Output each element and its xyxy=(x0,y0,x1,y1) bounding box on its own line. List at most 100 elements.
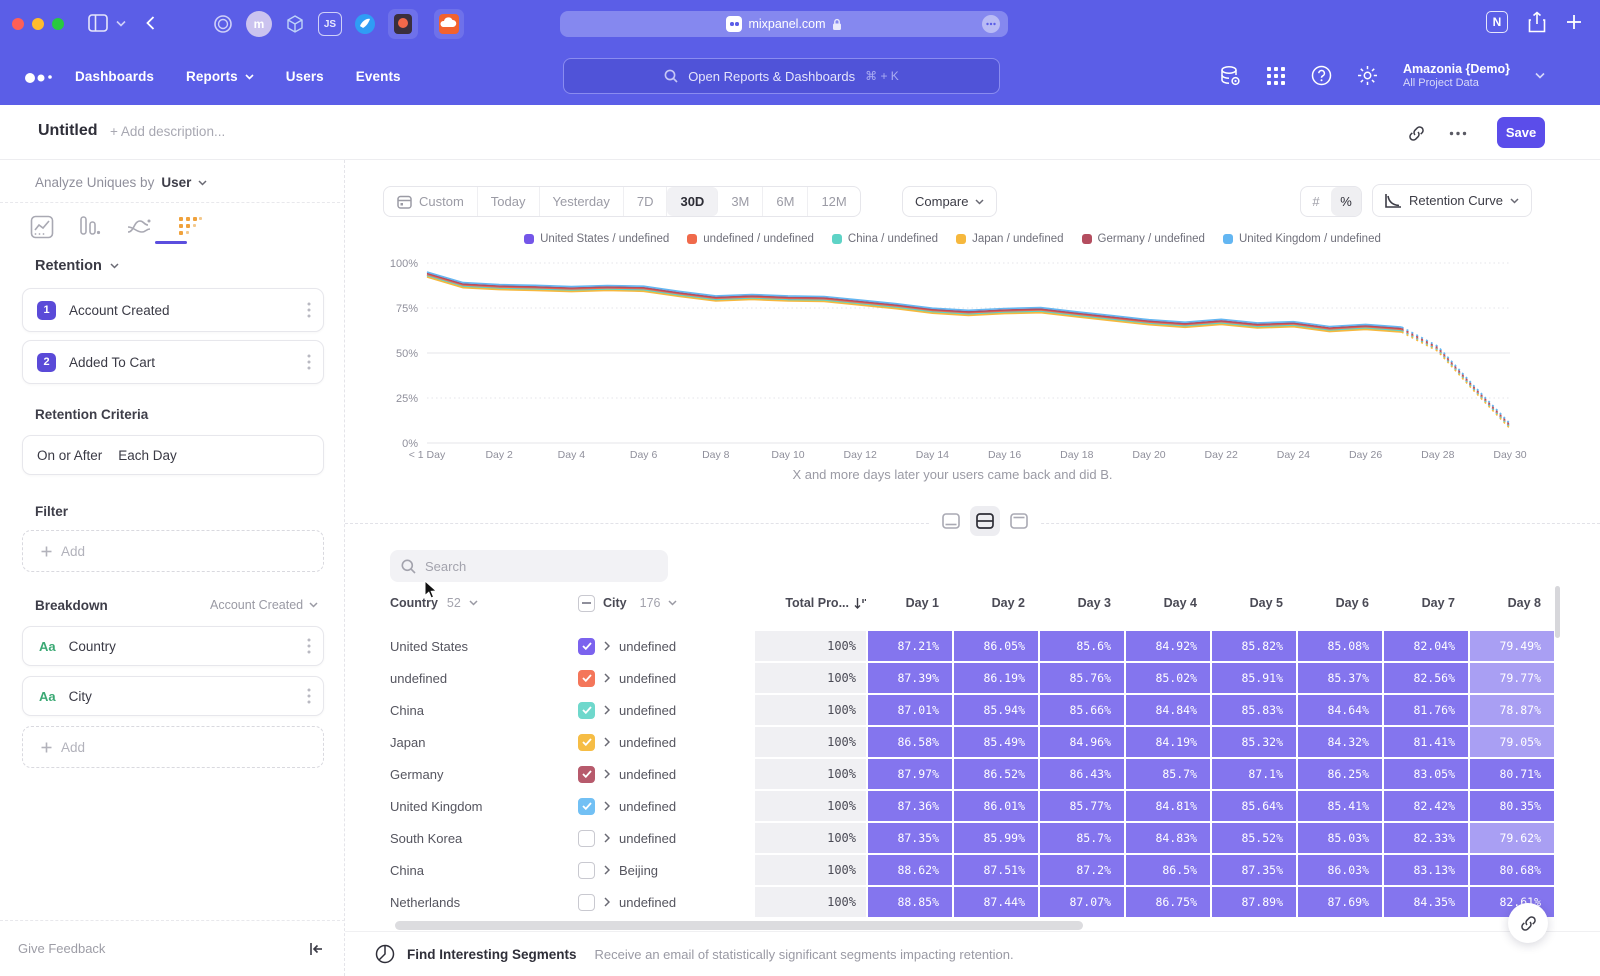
breakdown-card-city[interactable]: Aa City xyxy=(22,676,324,716)
data-management-icon[interactable] xyxy=(1220,65,1241,87)
tab-insights-icon[interactable] xyxy=(30,215,54,239)
column-header-day[interactable]: Day 8 xyxy=(1468,596,1554,610)
expand-row-icon[interactable] xyxy=(604,801,610,811)
address-bar-more-icon[interactable] xyxy=(982,15,1000,33)
view-table-only-button[interactable] xyxy=(1004,506,1034,536)
cell-day-value[interactable]: 82.56% xyxy=(1384,663,1469,693)
expand-row-icon[interactable] xyxy=(604,641,610,651)
kebab-menu-icon[interactable] xyxy=(307,688,311,704)
range-12m[interactable]: 12M xyxy=(808,187,859,216)
column-header-day[interactable]: Day 7 xyxy=(1382,596,1468,610)
cell-day-value[interactable]: 82.04% xyxy=(1384,631,1469,661)
cell-day-value[interactable]: 87.51% xyxy=(954,855,1039,885)
cell-day-value[interactable]: 88.85% xyxy=(868,887,953,917)
cell-day-value[interactable]: 85.91% xyxy=(1212,663,1297,693)
save-button[interactable]: Save xyxy=(1497,117,1545,148)
kebab-menu-icon[interactable] xyxy=(307,302,311,318)
add-breakdown-button[interactable]: Add xyxy=(22,726,324,768)
cell-day-value[interactable]: 85.76% xyxy=(1040,663,1125,693)
select-all-checkbox[interactable] xyxy=(578,595,595,612)
row-checkbox[interactable] xyxy=(578,894,595,911)
cell-day-value[interactable]: 85.83% xyxy=(1212,695,1297,725)
close-window-button[interactable] xyxy=(12,18,24,30)
row-checkbox[interactable] xyxy=(578,702,595,719)
cell-day-value[interactable]: 85.49% xyxy=(954,727,1039,757)
column-header-country[interactable]: Country 52 xyxy=(375,596,565,610)
cell-day-value[interactable]: 82.42% xyxy=(1384,791,1469,821)
cell-day-value[interactable]: 83.05% xyxy=(1384,759,1469,789)
cell-day-value[interactable]: 85.03% xyxy=(1298,823,1383,853)
cell-day-value[interactable]: 87.36% xyxy=(868,791,953,821)
browser-sidebar-chevron-icon[interactable] xyxy=(116,20,126,27)
row-checkbox[interactable] xyxy=(578,734,595,751)
cell-day-value[interactable]: 85.77% xyxy=(1040,791,1125,821)
analyze-uniques-value[interactable]: User xyxy=(161,175,191,190)
cell-day-value[interactable]: 80.71% xyxy=(1470,759,1555,789)
browser-extension-cube-icon[interactable] xyxy=(282,11,308,37)
nav-dashboards[interactable]: Dashboards xyxy=(75,69,154,84)
expand-row-icon[interactable] xyxy=(604,769,610,779)
report-title[interactable]: Untitled xyxy=(38,122,98,140)
tab-flows-icon[interactable] xyxy=(126,216,152,238)
cell-day-value[interactable]: 86.05% xyxy=(954,631,1039,661)
cell-day-value[interactable]: 87.89% xyxy=(1212,887,1297,917)
table-row[interactable]: United Statesundefined100%87.21%86.05%85… xyxy=(375,631,1565,661)
new-tab-icon[interactable] xyxy=(1566,14,1582,30)
browser-back-icon[interactable] xyxy=(146,16,155,30)
browser-address-bar[interactable]: mixpanel.com xyxy=(560,11,1008,37)
column-header-day[interactable]: Day 6 xyxy=(1296,596,1382,610)
cell-day-value[interactable]: 85.08% xyxy=(1298,631,1383,661)
expand-row-icon[interactable] xyxy=(604,673,610,683)
cell-day-value[interactable]: 85.6% xyxy=(1040,631,1125,661)
cell-day-value[interactable]: 86.25% xyxy=(1298,759,1383,789)
cell-day-value[interactable]: 87.07% xyxy=(1040,887,1125,917)
cell-day-value[interactable]: 85.82% xyxy=(1212,631,1297,661)
cell-day-value[interactable]: 79.05% xyxy=(1470,727,1555,757)
row-checkbox[interactable] xyxy=(578,766,595,783)
help-icon[interactable] xyxy=(1311,65,1332,86)
cell-day-value[interactable]: 84.92% xyxy=(1126,631,1211,661)
cell-day-value[interactable]: 85.32% xyxy=(1212,727,1297,757)
browser-extension-m-icon[interactable]: m xyxy=(246,11,272,37)
column-header-day[interactable]: Day 4 xyxy=(1124,596,1210,610)
cell-day-value[interactable]: 85.37% xyxy=(1298,663,1383,693)
nav-users[interactable]: Users xyxy=(286,69,324,84)
cell-day-value[interactable]: 84.96% xyxy=(1040,727,1125,757)
cell-day-value[interactable]: 78.87% xyxy=(1470,695,1555,725)
browser-extension-js-icon[interactable]: JS xyxy=(318,12,342,36)
format-absolute-button[interactable]: # xyxy=(1301,187,1331,216)
cell-day-value[interactable]: 85.99% xyxy=(954,823,1039,853)
table-row[interactable]: Germanyundefined100%87.97%86.52%86.43%85… xyxy=(375,759,1565,789)
cell-day-value[interactable]: 86.01% xyxy=(954,791,1039,821)
step-card-account-created[interactable]: 1 Account Created xyxy=(22,288,324,332)
cell-day-value[interactable]: 82.33% xyxy=(1384,823,1469,853)
cell-day-value[interactable]: 84.84% xyxy=(1126,695,1211,725)
range-3m[interactable]: 3M xyxy=(718,187,763,216)
cell-day-value[interactable]: 84.83% xyxy=(1126,823,1211,853)
cell-day-value[interactable]: 86.75% xyxy=(1126,887,1211,917)
give-feedback-link[interactable]: Give Feedback xyxy=(18,941,105,956)
row-checkbox[interactable] xyxy=(578,862,595,879)
table-row[interactable]: undefinedundefined100%87.39%86.19%85.76%… xyxy=(375,663,1565,693)
column-header-total[interactable]: Total Pro... xyxy=(755,596,866,610)
retention-criteria-card[interactable]: On or After Each Day xyxy=(22,435,324,475)
browser-pinned-tab-orange-icon[interactable] xyxy=(434,9,464,39)
cell-day-value[interactable]: 85.02% xyxy=(1126,663,1211,693)
view-chart-only-button[interactable] xyxy=(936,506,966,536)
breakdown-scope-select[interactable]: Account Created xyxy=(210,598,318,612)
cell-day-value[interactable]: 87.69% xyxy=(1298,887,1383,917)
more-options-icon[interactable] xyxy=(1449,131,1467,136)
cell-day-value[interactable]: 87.01% xyxy=(868,695,953,725)
cell-day-value[interactable]: 88.62% xyxy=(868,855,953,885)
cell-day-value[interactable]: 86.43% xyxy=(1040,759,1125,789)
kebab-menu-icon[interactable] xyxy=(307,354,311,370)
row-checkbox[interactable] xyxy=(578,798,595,815)
range-today[interactable]: Today xyxy=(478,187,540,216)
expand-row-icon[interactable] xyxy=(604,897,610,907)
format-percent-button[interactable]: % xyxy=(1331,187,1361,216)
cell-day-value[interactable]: 87.44% xyxy=(954,887,1039,917)
browser-extension-bird-icon[interactable] xyxy=(352,11,378,37)
cell-day-value[interactable]: 87.2% xyxy=(1040,855,1125,885)
table-row[interactable]: South Koreaundefined100%87.35%85.99%85.7… xyxy=(375,823,1565,853)
cell-day-value[interactable]: 79.62% xyxy=(1470,823,1555,853)
